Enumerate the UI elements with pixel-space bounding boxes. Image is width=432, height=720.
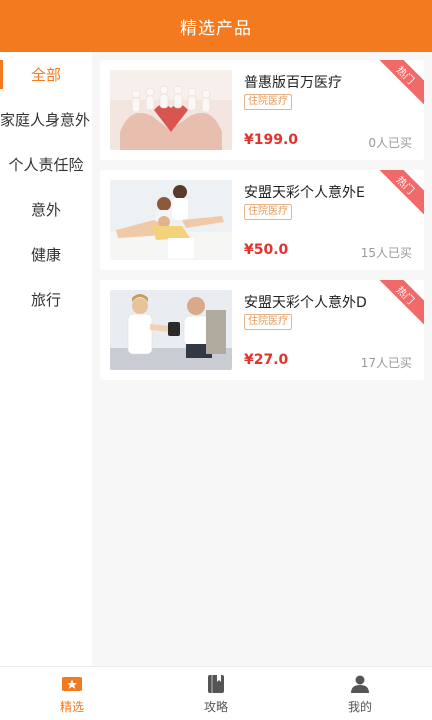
sidebar-item-family-accident[interactable]: 家庭人身意外 <box>0 97 92 142</box>
book-icon <box>205 673 227 695</box>
tab-guide[interactable]: 攻略 <box>144 667 288 720</box>
product-price: ¥199.0 <box>244 132 299 148</box>
product-tag: 住院医疗 <box>244 204 292 220</box>
sidebar-item-label: 旅行 <box>30 291 61 309</box>
product-tag: 住院医疗 <box>244 94 292 110</box>
hot-badge-label: 热门 <box>393 174 416 197</box>
product-card[interactable]: 普惠版百万医疗 住院医疗 ¥199.0 0人已买 热门 <box>100 60 424 160</box>
hot-badge: 热门 <box>378 60 424 106</box>
tab-label: 我的 <box>347 699 372 714</box>
tab-label: 精选 <box>59 699 84 714</box>
person-icon <box>349 673 371 695</box>
sidebar-item-label: 个人责任险 <box>8 156 84 174</box>
product-tag: 住院医疗 <box>244 314 292 330</box>
hot-badge-label: 热门 <box>393 64 416 87</box>
product-list: 普惠版百万医疗 住院医疗 ¥199.0 0人已买 热门 安盟天彩个人意外E 住院… <box>92 52 432 666</box>
tab-label: 攻略 <box>203 699 228 714</box>
product-image <box>110 290 232 370</box>
product-price: ¥50.0 <box>244 242 289 258</box>
hot-badge-label: 热门 <box>393 284 416 307</box>
product-card[interactable]: 安盟天彩个人意外D 住院医疗 ¥27.0 17人已买 热门 <box>100 280 424 380</box>
sidebar-item-all[interactable]: 全部 <box>0 52 92 97</box>
product-title: 安盟天彩个人意外E <box>244 185 365 201</box>
sidebar-item-health[interactable]: 健康 <box>0 232 92 277</box>
sidebar-item-travel[interactable]: 旅行 <box>0 277 92 322</box>
page-title: 精选产品 <box>180 18 252 39</box>
sidebar-item-label: 家庭人身意外 <box>0 111 91 129</box>
product-image <box>110 70 232 150</box>
sold-count: 17人已买 <box>360 356 412 370</box>
tab-featured[interactable]: 精选 <box>0 667 144 720</box>
hot-badge: 热门 <box>378 170 424 216</box>
hot-badge: 热门 <box>378 280 424 326</box>
product-title: 普惠版百万医疗 <box>244 75 342 91</box>
product-image <box>110 180 232 260</box>
sidebar-item-label: 全部 <box>30 66 61 84</box>
product-title: 安盟天彩个人意外D <box>244 295 367 311</box>
app-root: 精选产品 全部 家庭人身意外 个人责任险 意外 健康 旅行 普惠版百万医疗 住院… <box>0 0 432 720</box>
category-sidebar: 全部 家庭人身意外 个人责任险 意外 健康 旅行 <box>0 52 92 666</box>
sidebar-item-label: 意外 <box>30 201 61 219</box>
product-card[interactable]: 安盟天彩个人意外E 住院医疗 ¥50.0 15人已买 热门 <box>100 170 424 270</box>
sold-count: 15人已买 <box>360 246 412 260</box>
top-bar: 精选产品 <box>0 0 432 52</box>
star-ticket-icon <box>61 673 83 695</box>
product-price: ¥27.0 <box>244 352 289 368</box>
sidebar-item-accident[interactable]: 意外 <box>0 187 92 232</box>
tab-mine[interactable]: 我的 <box>288 667 432 720</box>
sold-count: 0人已买 <box>368 136 412 150</box>
sidebar-item-personal-liability[interactable]: 个人责任险 <box>0 142 92 187</box>
sidebar-item-label: 健康 <box>30 246 61 264</box>
bottom-tab-bar: 精选 攻略 我的 <box>0 666 432 720</box>
